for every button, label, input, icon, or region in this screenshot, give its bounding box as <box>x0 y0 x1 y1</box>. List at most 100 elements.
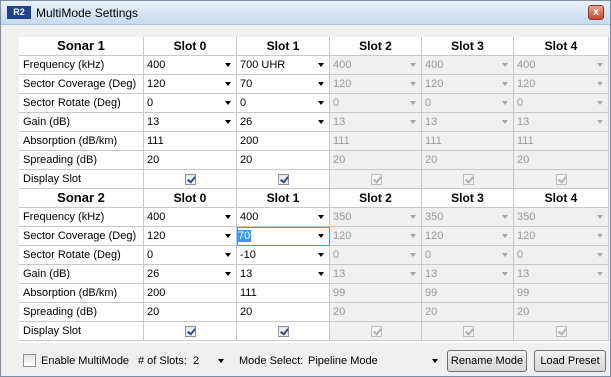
absorption-slot-1-value: 111 <box>240 287 257 299</box>
title-bar[interactable]: R2 MultiMode Settings x <box>1 1 610 25</box>
rotate-slot-0-select[interactable]: 0 <box>144 94 237 113</box>
absorption-slot-3-field: 99 <box>422 284 514 303</box>
display-label: Display Slot <box>19 170 144 189</box>
rename-mode-button[interactable]: Rename Mode <box>447 350 527 372</box>
freq-slot-1-value: 700 UHR <box>240 59 286 71</box>
slots-count-value: 2 <box>193 355 200 367</box>
sonar1-rotate-row: Sector Rotate (Deg) 0 0 0 0 0 <box>19 94 609 113</box>
sonar1-gain-row: Gain (dB) 13 26 13 13 13 <box>19 113 609 132</box>
display-slot-1-cell[interactable] <box>237 322 330 341</box>
sector-slot-2-select: 120 <box>330 227 422 246</box>
absorption-slot-2-field: 111 <box>330 132 422 151</box>
absorption-slot-3-value: 99 <box>425 287 438 299</box>
freq-slot-4-select: 350 <box>514 208 609 227</box>
spreading-slot-2-field: 20 <box>330 151 422 170</box>
display-slot-0-checkbox[interactable] <box>185 326 196 337</box>
sector-slot-1-value: 70 <box>237 230 252 242</box>
freq-slot-0-select[interactable]: 400 <box>144 208 237 227</box>
freq-slot-4-value: 400 <box>517 59 536 71</box>
rotate-slot-1-select[interactable]: -10 <box>237 246 330 265</box>
chevron-down-icon <box>410 272 416 276</box>
absorption-slot-2-value: 111 <box>333 135 350 147</box>
sonar2-title: Sonar 2 <box>19 189 144 208</box>
slot-3-header: Slot 3 <box>422 37 514 56</box>
display-slot-0-cell[interactable] <box>144 322 237 341</box>
chevron-down-icon <box>318 272 324 276</box>
gain-label: Gain (dB) <box>19 113 144 132</box>
sector-slot-3-select: 120 <box>422 75 514 94</box>
display-slot-1-checkbox[interactable] <box>278 326 289 337</box>
spreading-slot-1-field[interactable]: 20 <box>237 303 330 322</box>
spreading-slot-2-field: 20 <box>330 303 422 322</box>
display-slot-0-cell[interactable] <box>144 170 237 189</box>
chevron-down-icon <box>410 215 416 219</box>
freq-slot-1-select[interactable]: 400 <box>237 208 330 227</box>
absorption-slot-0-field[interactable]: 200 <box>144 284 237 303</box>
gain-label: Gain (dB) <box>19 265 144 284</box>
freq-slot-0-select[interactable]: 400 <box>144 56 237 75</box>
gain-slot-4-select: 13 <box>514 265 609 284</box>
absorption-slot-4-value: 99 <box>517 287 530 299</box>
slots-count-select[interactable]: 2 <box>191 352 227 371</box>
mode-select-dropdown[interactable]: Pipeline Mode <box>306 352 441 371</box>
rotate-slot-1-value: -10 <box>240 249 256 261</box>
sonar1-title: Sonar 1 <box>19 37 144 56</box>
slot-3-header: Slot 3 <box>422 189 514 208</box>
gain-slot-1-select[interactable]: 13 <box>237 265 330 284</box>
chevron-down-icon <box>597 234 603 238</box>
sector-slot-2-value: 120 <box>333 230 352 242</box>
freq-slot-1-select[interactable]: 700 UHR <box>237 56 330 75</box>
spreading-slot-1-field[interactable]: 20 <box>237 151 330 170</box>
slot-0-header: Slot 0 <box>144 37 237 56</box>
sonar1-spreading-row: Spreading (dB) 20 20 20 20 20 <box>19 151 609 170</box>
spreading-slot-4-value: 20 <box>517 154 530 166</box>
rotate-slot-3-select: 0 <box>422 94 514 113</box>
mode-select-label: Mode Select: <box>239 355 304 367</box>
spreading-slot-3-value: 20 <box>425 154 438 166</box>
chevron-down-icon <box>225 120 231 124</box>
rotate-slot-4-select: 0 <box>514 94 609 113</box>
display-slot-1-cell[interactable] <box>237 170 330 189</box>
spreading-slot-1-value: 20 <box>240 154 253 166</box>
spreading-slot-0-field[interactable]: 20 <box>144 303 237 322</box>
chevron-down-icon <box>502 101 508 105</box>
gain-slot-1-select[interactable]: 26 <box>237 113 330 132</box>
enable-multimode-checkbox[interactable] <box>23 354 36 367</box>
slot-4-header: Slot 4 <box>514 189 609 208</box>
absorption-slot-0-field[interactable]: 111 <box>144 132 237 151</box>
gain-slot-0-select[interactable]: 26 <box>144 265 237 284</box>
chevron-down-icon <box>410 82 416 86</box>
sector-slot-0-select[interactable]: 120 <box>144 75 237 94</box>
absorption-slot-1-field[interactable]: 200 <box>237 132 330 151</box>
load-preset-button[interactable]: Load Preset <box>534 350 606 372</box>
sector-slot-1-select[interactable]: 70 <box>237 227 330 246</box>
rotate-slot-0-select[interactable]: 0 <box>144 246 237 265</box>
absorption-slot-2-value: 99 <box>333 287 346 299</box>
sector-slot-1-select[interactable]: 70 <box>237 75 330 94</box>
close-button[interactable]: x <box>588 5 604 20</box>
chevron-down-icon <box>597 253 603 257</box>
slots-count-label: # of Slots: <box>138 355 187 367</box>
gain-slot-4-select: 13 <box>514 113 609 132</box>
chevron-down-icon <box>502 253 508 257</box>
spreading-slot-4-value: 20 <box>517 306 530 318</box>
window-title: MultiMode Settings <box>36 6 139 20</box>
slot-0-header: Slot 0 <box>144 189 237 208</box>
chevron-down-icon <box>410 253 416 257</box>
chevron-down-icon <box>318 101 324 105</box>
display-slot-3-cell <box>422 170 514 189</box>
slot-2-header: Slot 2 <box>330 189 422 208</box>
sector-slot-0-select[interactable]: 120 <box>144 227 237 246</box>
rotate-slot-0-value: 0 <box>147 97 154 109</box>
sector-slot-3-value: 120 <box>425 230 444 242</box>
display-slot-1-checkbox[interactable] <box>278 174 289 185</box>
spreading-slot-0-field[interactable]: 20 <box>144 151 237 170</box>
spreading-slot-2-value: 20 <box>333 306 346 318</box>
display-slot-0-checkbox[interactable] <box>185 174 196 185</box>
rotate-slot-1-select[interactable]: 0 <box>237 94 330 113</box>
absorption-slot-1-field[interactable]: 111 <box>237 284 330 303</box>
multimode-settings-window: R2 MultiMode Settings x Sonar 1 Slot 0 Slo… <box>0 0 611 377</box>
rotate-slot-3-select: 0 <box>422 246 514 265</box>
display-slot-2-checkbox <box>370 326 382 337</box>
gain-slot-0-select[interactable]: 13 <box>144 113 237 132</box>
